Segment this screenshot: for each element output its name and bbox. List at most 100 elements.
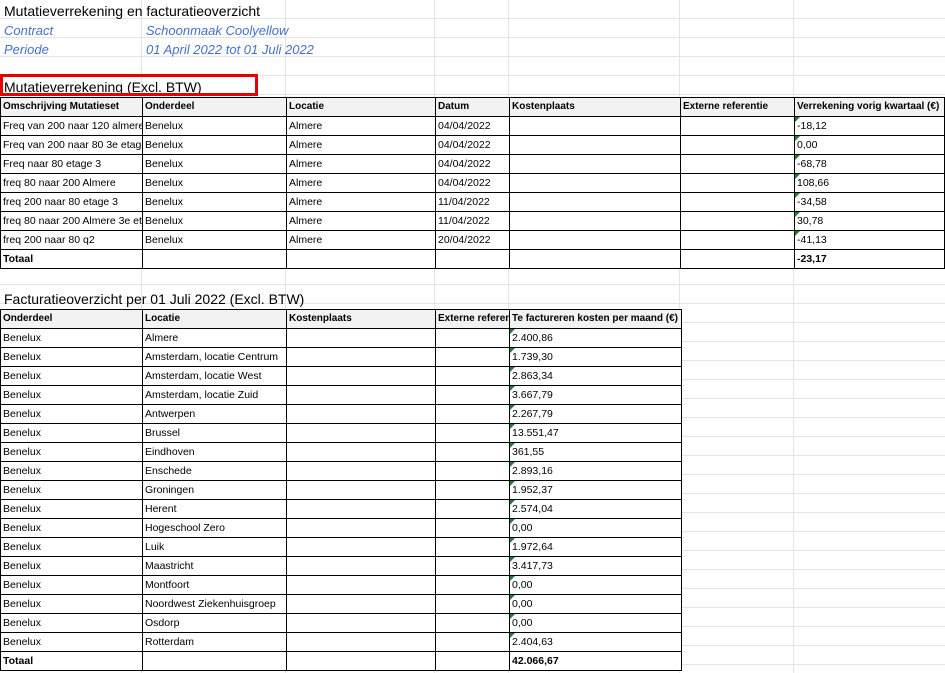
table-cell[interactable] bbox=[509, 249, 681, 269]
total-label[interactable]: Totaal bbox=[0, 651, 143, 671]
table-cell[interactable]: 04/04/2022 bbox=[435, 173, 510, 193]
table-cell[interactable] bbox=[286, 651, 436, 671]
table-cell[interactable]: 0,00 bbox=[509, 594, 682, 614]
column-header[interactable]: Datum bbox=[435, 97, 510, 117]
table-cell[interactable]: 04/04/2022 bbox=[435, 116, 510, 136]
table-cell[interactable]: 2.574,04 bbox=[509, 499, 682, 519]
table-cell[interactable] bbox=[435, 423, 510, 443]
table-cell[interactable]: Benelux bbox=[0, 499, 143, 519]
table-cell[interactable]: 3.417,73 bbox=[509, 556, 682, 576]
table-cell[interactable]: Eindhoven bbox=[142, 442, 287, 462]
table-cell[interactable] bbox=[286, 366, 436, 386]
table-cell[interactable]: Luik bbox=[142, 537, 287, 557]
table-cell[interactable] bbox=[680, 154, 795, 174]
table-cell[interactable]: freq 200 naar 80 q2 bbox=[0, 230, 143, 250]
table-cell[interactable] bbox=[286, 556, 436, 576]
table-cell[interactable]: 2.893,16 bbox=[509, 461, 682, 481]
column-header[interactable]: Kostenplaats bbox=[286, 309, 436, 329]
table-cell[interactable]: Antwerpen bbox=[142, 404, 287, 424]
table-cell[interactable] bbox=[435, 537, 510, 557]
table-cell[interactable] bbox=[286, 461, 436, 481]
table-cell[interactable]: Maastricht bbox=[142, 556, 287, 576]
table-cell[interactable]: Rotterdam bbox=[142, 632, 287, 652]
table-cell[interactable] bbox=[286, 575, 436, 595]
table-cell[interactable]: Benelux bbox=[142, 192, 287, 212]
table-cell[interactable]: Amsterdam, locatie West bbox=[142, 366, 287, 386]
table-cell[interactable]: Benelux bbox=[142, 116, 287, 136]
table-cell[interactable]: Benelux bbox=[0, 518, 143, 538]
column-header[interactable]: Externe referentie bbox=[435, 309, 510, 329]
table-cell[interactable] bbox=[435, 461, 510, 481]
table-cell[interactable]: Benelux bbox=[0, 632, 143, 652]
table-cell[interactable] bbox=[435, 575, 510, 595]
total-label[interactable]: Totaal bbox=[0, 249, 143, 269]
table-cell[interactable]: Amsterdam, locatie Zuid bbox=[142, 385, 287, 405]
column-header[interactable]: Externe referentie bbox=[680, 97, 795, 117]
table-cell[interactable] bbox=[680, 192, 795, 212]
table-cell[interactable]: -68,78 bbox=[794, 154, 945, 174]
table-cell[interactable] bbox=[435, 385, 510, 405]
column-header[interactable]: Locatie bbox=[286, 97, 436, 117]
table-cell[interactable] bbox=[286, 423, 436, 443]
table-cell[interactable] bbox=[680, 211, 795, 231]
table-cell[interactable]: Herent bbox=[142, 499, 287, 519]
table-cell[interactable]: Benelux bbox=[0, 461, 143, 481]
table-cell[interactable]: 2.400,86 bbox=[509, 328, 682, 348]
table-cell[interactable]: Benelux bbox=[0, 328, 143, 348]
table-cell[interactable]: Benelux bbox=[0, 575, 143, 595]
table-cell[interactable] bbox=[286, 328, 436, 348]
table-cell[interactable]: Benelux bbox=[0, 442, 143, 462]
table-cell[interactable]: -34,58 bbox=[794, 192, 945, 212]
table-cell[interactable]: Hogeschool Zero bbox=[142, 518, 287, 538]
table-cell[interactable] bbox=[680, 173, 795, 193]
table-cell[interactable] bbox=[286, 249, 436, 269]
table-cell[interactable] bbox=[509, 230, 681, 250]
table-cell[interactable]: Almere bbox=[286, 135, 436, 155]
table-cell[interactable]: 11/04/2022 bbox=[435, 211, 510, 231]
column-header[interactable]: Omschrijving Mutatieset bbox=[0, 97, 143, 117]
table-cell[interactable]: Benelux bbox=[142, 173, 287, 193]
table-cell[interactable]: Almere bbox=[286, 211, 436, 231]
table-cell[interactable]: Enschede bbox=[142, 461, 287, 481]
table-cell[interactable]: Benelux bbox=[0, 385, 143, 405]
table-cell[interactable]: 13.551,47 bbox=[509, 423, 682, 443]
table-cell[interactable]: 0,00 bbox=[509, 575, 682, 595]
table-cell[interactable] bbox=[142, 651, 287, 671]
column-header[interactable]: Onderdeel bbox=[0, 309, 143, 329]
table-cell[interactable]: Benelux bbox=[0, 423, 143, 443]
table-cell[interactable]: 0,00 bbox=[794, 135, 945, 155]
table-cell[interactable]: 1.952,37 bbox=[509, 480, 682, 500]
table-cell[interactable]: Almere bbox=[286, 230, 436, 250]
table-cell[interactable]: 3.667,79 bbox=[509, 385, 682, 405]
table-cell[interactable] bbox=[286, 347, 436, 367]
table-cell[interactable] bbox=[286, 594, 436, 614]
column-header[interactable]: Locatie bbox=[142, 309, 287, 329]
table-cell[interactable] bbox=[680, 230, 795, 250]
table-cell[interactable] bbox=[435, 249, 510, 269]
table-cell[interactable]: freq 200 naar 80 etage 3 bbox=[0, 192, 143, 212]
table-cell[interactable] bbox=[286, 385, 436, 405]
table-cell[interactable] bbox=[286, 518, 436, 538]
table-cell[interactable] bbox=[286, 480, 436, 500]
table-cell[interactable]: Brussel bbox=[142, 423, 287, 443]
table-cell[interactable]: 30,78 bbox=[794, 211, 945, 231]
table-cell[interactable] bbox=[435, 499, 510, 519]
table-cell[interactable]: Almere bbox=[286, 173, 436, 193]
table-cell[interactable] bbox=[509, 173, 681, 193]
table-cell[interactable]: -18,12 bbox=[794, 116, 945, 136]
table-cell[interactable] bbox=[435, 651, 510, 671]
table-cell[interactable] bbox=[435, 594, 510, 614]
table-cell[interactable]: Groningen bbox=[142, 480, 287, 500]
table-cell[interactable]: 0,00 bbox=[509, 613, 682, 633]
table-cell[interactable]: 1.972,64 bbox=[509, 537, 682, 557]
table-cell[interactable]: Amsterdam, locatie Centrum bbox=[142, 347, 287, 367]
table-cell[interactable]: Benelux bbox=[0, 613, 143, 633]
table-cell[interactable] bbox=[286, 404, 436, 424]
table-cell[interactable] bbox=[286, 632, 436, 652]
table-cell[interactable]: 04/04/2022 bbox=[435, 154, 510, 174]
table-cell[interactable]: Freq van 200 naar 120 almere bbox=[0, 116, 143, 136]
table-cell[interactable]: 20/04/2022 bbox=[435, 230, 510, 250]
table-cell[interactable] bbox=[680, 135, 795, 155]
table-cell[interactable] bbox=[435, 518, 510, 538]
table-cell[interactable]: Almere bbox=[286, 116, 436, 136]
